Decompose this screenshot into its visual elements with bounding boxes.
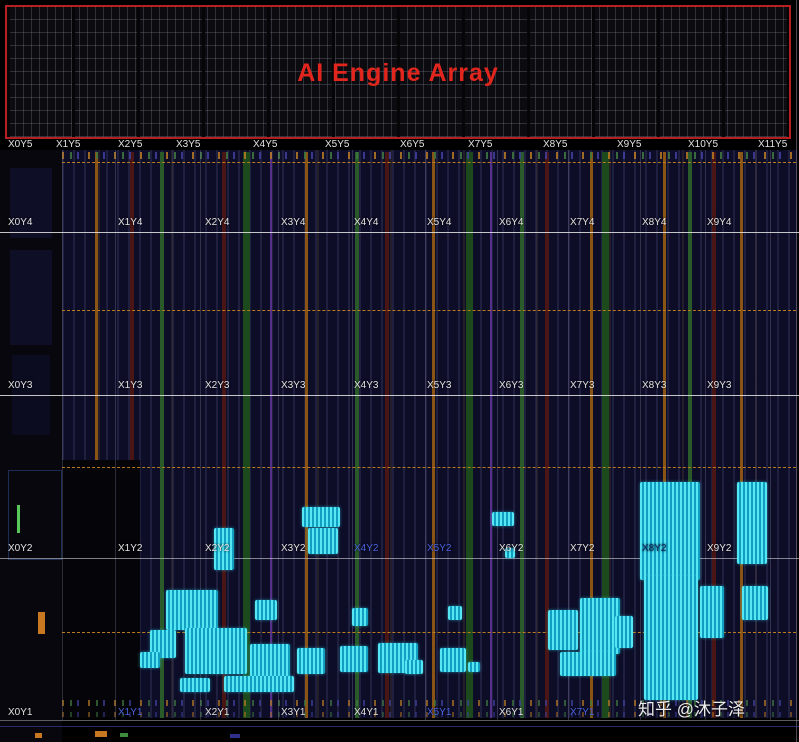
- region-label-x2y2: X2Y2: [205, 543, 230, 554]
- region-label-x1y5: X1Y5: [56, 139, 81, 150]
- region-label-x0y2: X0Y2: [8, 543, 33, 554]
- region-label-x6y2: X6Y2: [499, 543, 524, 554]
- region-label-x7y1: X7Y1: [570, 707, 595, 718]
- region-label-x1y2: X1Y2: [118, 543, 143, 554]
- region-label-x6y1: X6Y1: [499, 707, 524, 718]
- region-label-x10y5: X10Y5: [688, 139, 719, 150]
- region-label-x4y2: X4Y2: [354, 543, 379, 554]
- region-label-x3y2: X3Y2: [281, 543, 306, 554]
- region-label-x6y5: X6Y5: [400, 139, 425, 150]
- region-label-x2y5: X2Y5: [118, 139, 143, 150]
- region-label-x0y1: X0Y1: [8, 707, 33, 718]
- region-label-x9y4: X9Y4: [707, 217, 732, 228]
- region-label-x0y5: X0Y5: [8, 139, 33, 150]
- region-label-x4y3: X4Y3: [354, 380, 379, 391]
- region-label-x5y5: X5Y5: [325, 139, 350, 150]
- region-label-x5y1: X5Y1: [427, 707, 452, 718]
- region-label-x3y5: X3Y5: [176, 139, 201, 150]
- region-label-x0y4: X0Y4: [8, 217, 33, 228]
- region-label-x2y4: X2Y4: [205, 217, 230, 228]
- device-floorplan-view[interactable]: AI Engine Array X0Y5 X1Y5 X2Y5 X3Y5 X4Y5 X5Y5…: [0, 0, 799, 742]
- region-label-x8y4: X8Y4: [642, 217, 667, 228]
- region-label-x4y5: X4Y5: [253, 139, 278, 150]
- region-label-x7y3: X7Y3: [570, 380, 595, 391]
- region-label-x7y4: X7Y4: [570, 217, 595, 228]
- region-label-x2y1: X2Y1: [205, 707, 230, 718]
- region-label-x4y4: X4Y4: [354, 217, 379, 228]
- region-label-x8y2: X8Y2: [642, 543, 667, 554]
- region-label-x9y5: X9Y5: [617, 139, 642, 150]
- region-label-x1y1: X1Y1: [118, 707, 143, 718]
- region-label-x8y3: X8Y3: [642, 380, 667, 391]
- region-label-x3y1: X3Y1: [281, 707, 306, 718]
- region-label-x11y5: X11Y5: [758, 139, 788, 150]
- region-label-x5y2: X5Y2: [427, 543, 452, 554]
- region-label-x0y3: X0Y3: [8, 380, 33, 391]
- watermark: 知乎 @沐子泽: [638, 700, 745, 719]
- region-label-x9y2: X9Y2: [707, 543, 732, 554]
- region-label-x3y4: X3Y4: [281, 217, 306, 228]
- region-label-x2y3: X2Y3: [205, 380, 230, 391]
- region-label-x5y3: X5Y3: [427, 380, 452, 391]
- region-label-x1y3: X1Y3: [118, 380, 143, 391]
- region-label-x5y4: X5Y4: [427, 217, 452, 228]
- region-label-x3y3: X3Y3: [281, 380, 306, 391]
- region-label-x9y3: X9Y3: [707, 380, 732, 391]
- region-label-x4y1: X4Y1: [354, 707, 379, 718]
- clock-region-labels-layer: X0Y5 X1Y5 X2Y5 X3Y5 X4Y5 X5Y5 X6Y5 X7Y5 X8Y5 X9Y5…: [0, 0, 799, 742]
- region-label-x6y4: X6Y4: [499, 217, 524, 228]
- region-label-x6y3: X6Y3: [499, 380, 524, 391]
- region-label-x8y5: X8Y5: [543, 139, 568, 150]
- region-label-x1y4: X1Y4: [118, 217, 143, 228]
- region-label-x7y5: X7Y5: [468, 139, 493, 150]
- region-label-x7y2: X7Y2: [570, 543, 595, 554]
